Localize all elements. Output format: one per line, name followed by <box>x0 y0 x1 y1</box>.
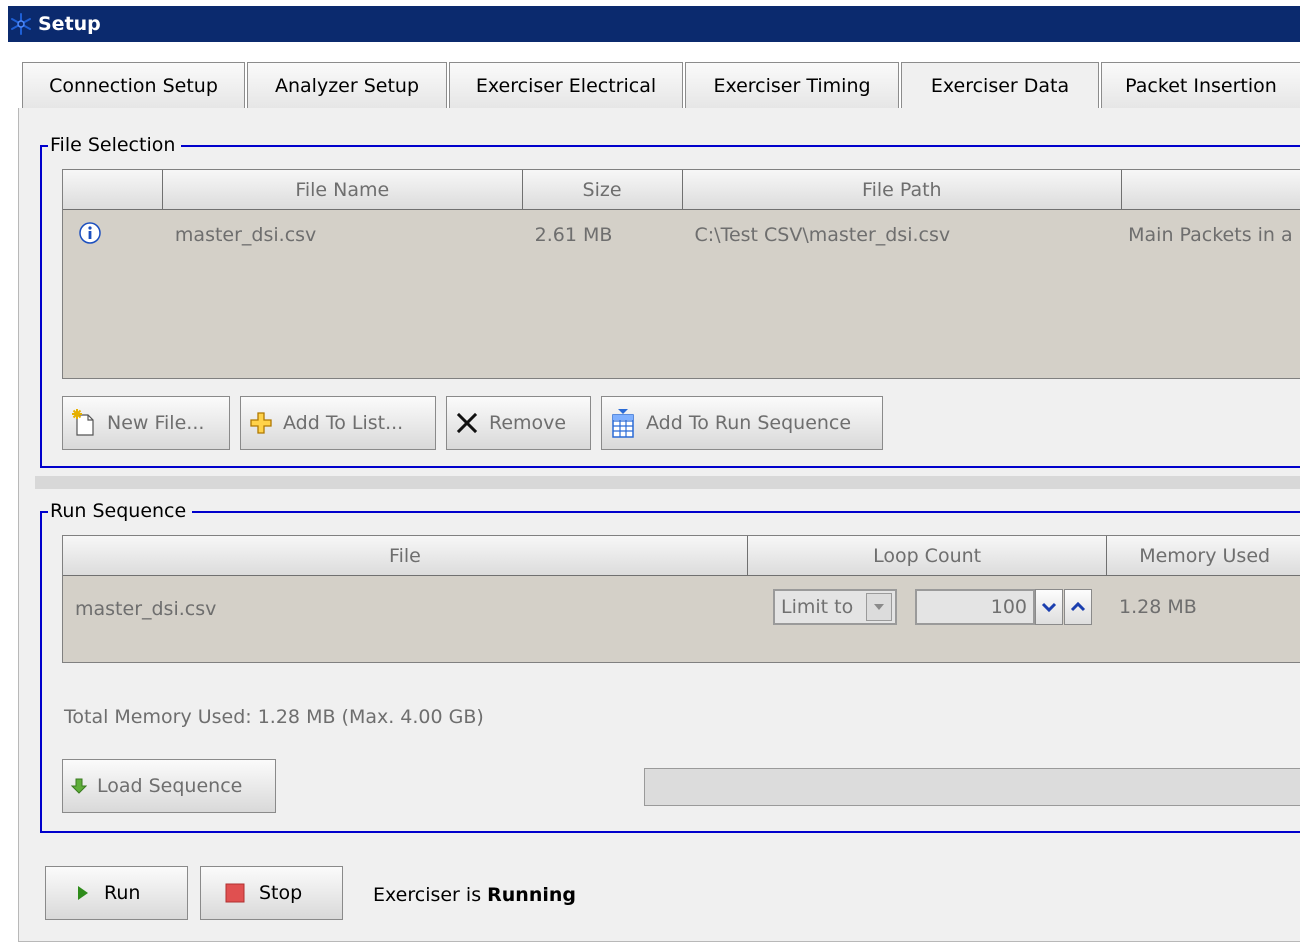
decrement-button[interactable] <box>1035 589 1063 625</box>
tab-exerciser-data[interactable]: Exerciser Data <box>901 62 1099 108</box>
stop-label: Stop <box>259 882 303 904</box>
add-to-list-button[interactable]: Add To List... <box>240 396 436 450</box>
file-row[interactable]: master_dsi.csv 2.61 MB C:\Test CSV\maste… <box>63 210 1300 260</box>
file-selection-title: File Selection <box>48 131 182 159</box>
section-splitter[interactable] <box>35 476 1300 489</box>
add-to-run-sequence-label: Add To Run Sequence <box>646 412 852 434</box>
remove-button[interactable]: Remove <box>446 396 591 450</box>
title-bar: Setup <box>8 6 1300 42</box>
new-file-icon <box>71 409 97 437</box>
tab-connection-setup[interactable]: Connection Setup <box>22 62 245 108</box>
memory-used-cell: 1.28 MB <box>1119 596 1197 618</box>
column-header-file-path[interactable]: File Path <box>682 170 1123 210</box>
add-icon <box>249 411 273 435</box>
chevron-down-icon <box>1041 596 1057 618</box>
remove-label: Remove <box>489 412 567 434</box>
new-file-label: New File... <box>107 412 205 434</box>
file-list-header: File Name Size File Path <box>63 170 1300 210</box>
column-header-icon <box>63 170 163 210</box>
column-header-file-name[interactable]: File Name <box>162 170 523 210</box>
add-to-list-label: Add To List... <box>283 412 404 434</box>
app-logo-icon <box>8 9 34 39</box>
run-label: Run <box>104 882 141 904</box>
tab-packet-insertion[interactable]: Packet Insertion <box>1101 62 1300 108</box>
chevron-up-icon <box>1070 596 1086 618</box>
run-button[interactable]: Run <box>45 866 188 920</box>
status-prefix: Exerciser is <box>373 884 482 906</box>
stop-icon <box>225 883 245 903</box>
column-header-loop-count[interactable]: Loop Count <box>747 536 1108 576</box>
file-size-cell: 2.61 MB <box>534 224 613 246</box>
file-name-cell: master_dsi.csv <box>174 224 317 246</box>
exerciser-data-panel: File Selection File Name Size File Path … <box>18 108 1300 942</box>
limit-mode-select[interactable]: Limit to <box>773 589 897 625</box>
run-sequence-row[interactable]: master_dsi.csv Limit to 100 1.28 MB <box>63 576 1300 642</box>
run-sequence-header: File Loop Count Memory Used <box>63 536 1300 576</box>
new-file-button[interactable]: New File... <box>62 396 230 450</box>
load-progress-bar <box>644 768 1300 806</box>
run-sequence-list-icon <box>610 408 636 438</box>
loop-count-input[interactable]: 100 <box>915 589 1035 625</box>
tab-exerciser-timing[interactable]: Exerciser Timing <box>685 62 899 108</box>
file-list-grid[interactable]: File Name Size File Path master_dsi.csv … <box>62 169 1300 379</box>
arrow-down-icon <box>71 777 87 795</box>
window-title: Setup <box>38 13 101 35</box>
add-to-run-sequence-button[interactable]: Add To Run Sequence <box>601 396 883 450</box>
file-selection-group: File Selection File Name Size File Path … <box>40 131 1300 468</box>
run-file-cell: master_dsi.csv <box>75 598 217 620</box>
increment-button[interactable] <box>1064 589 1092 625</box>
total-memory-label: Total Memory Used: 1.28 MB (Max. 4.00 GB… <box>64 706 484 728</box>
load-sequence-label: Load Sequence <box>97 775 243 797</box>
run-sequence-grid[interactable]: File Loop Count Memory Used master_dsi.c… <box>62 535 1300 663</box>
file-path-cell: C:\Test CSV\master_dsi.csv <box>694 224 951 246</box>
load-sequence-button[interactable]: Load Sequence <box>62 759 276 813</box>
column-header-file[interactable]: File <box>63 536 748 576</box>
exerciser-status: Exerciser is Running <box>373 884 576 906</box>
play-icon <box>76 884 90 902</box>
stop-button[interactable]: Stop <box>200 866 343 920</box>
tab-bar: Connection Setup Analyzer Setup Exercise… <box>22 62 1300 108</box>
file-description-cell: Main Packets in a <box>1128 224 1293 246</box>
dropdown-arrow-icon[interactable] <box>866 593 892 621</box>
column-header-memory-used[interactable]: Memory Used <box>1107 536 1300 576</box>
column-header-size[interactable]: Size <box>522 170 683 210</box>
info-icon <box>63 221 163 249</box>
tab-analyzer-setup[interactable]: Analyzer Setup <box>247 62 447 108</box>
status-value: Running <box>487 884 576 906</box>
tab-exerciser-electrical[interactable]: Exerciser Electrical <box>449 62 683 108</box>
column-header-description[interactable] <box>1122 170 1300 210</box>
limit-mode-value: Limit to <box>781 596 854 618</box>
run-sequence-title: Run Sequence <box>48 497 193 525</box>
remove-x-icon <box>455 411 479 435</box>
loop-count-value: 100 <box>990 596 1027 618</box>
